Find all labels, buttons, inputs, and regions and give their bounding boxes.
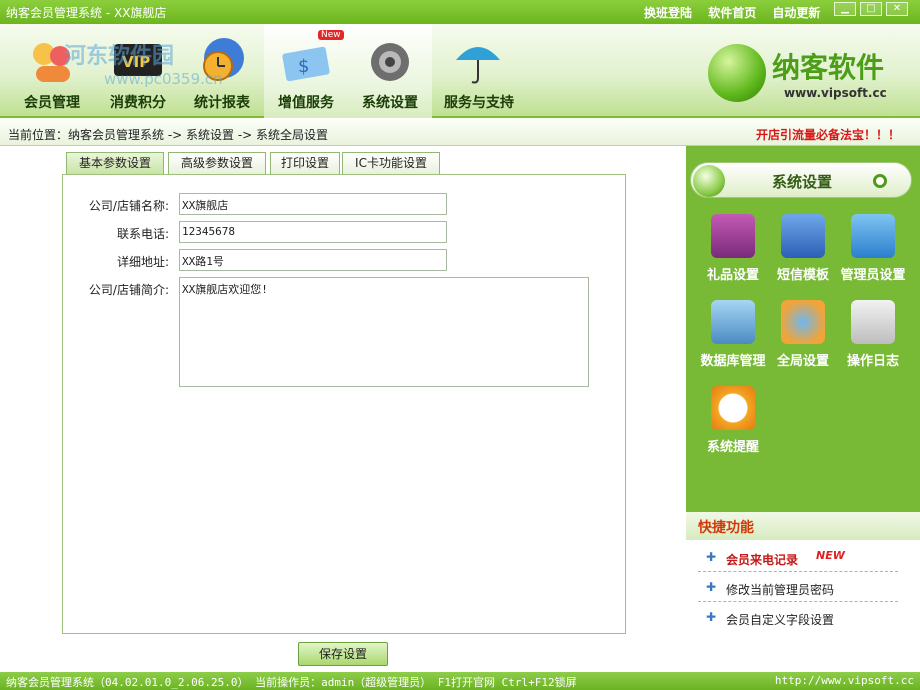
auto-update-link[interactable]: 自动更新 (772, 6, 820, 20)
brand-url: www.vipsoft.cc (784, 86, 887, 100)
umbrella-icon (452, 34, 504, 86)
sidebar-item-operation-log[interactable]: 操作日志 (838, 300, 908, 380)
nav-label: 服务与支持 (444, 95, 514, 111)
nav-label: 统计报表 (194, 95, 250, 111)
quick-title: 快捷功能 (686, 512, 920, 540)
quick-item-call-records[interactable]: ✚ 会员来电记录 NEW (698, 546, 898, 572)
brand-ball-icon (708, 44, 766, 102)
tab-advanced-params[interactable]: 高级参数设置 (168, 152, 266, 174)
admin-key-icon (851, 214, 895, 258)
sidebar-item-label: 系统提醒 (706, 440, 759, 455)
header-toolbar: 会员管理 VIP 消费积分 统计报表 $ New 增值服务 系统设置 服务与支持… (0, 24, 920, 118)
log-notebook-icon (851, 300, 895, 344)
brand-logo: 纳客软件 www.vipsoft.cc (708, 40, 908, 110)
quick-item-label: 会员来电记录 (726, 553, 799, 567)
promo-link[interactable]: 开店引流量必备法宝！！！ (756, 126, 900, 143)
nav-label: 消费积分 (110, 95, 166, 111)
quick-item-change-password[interactable]: ✚ 修改当前管理员密码 (698, 576, 898, 602)
phone-label: 联系电话: (116, 227, 169, 241)
tab-print-settings[interactable]: 打印设置 (270, 152, 340, 174)
gift-share-icon (711, 214, 755, 258)
minimize-button[interactable]: ▁ (834, 2, 856, 16)
tab-ic-card[interactable]: IC卡功能设置 (342, 152, 440, 174)
quick-functions: 快捷功能 ✚ 会员来电记录 NEW ✚ 修改当前管理员密码 ✚ 会员自定义字段设… (686, 512, 920, 672)
gear-icon (364, 34, 416, 86)
sidebar-header: 系统设置 (690, 162, 912, 198)
quick-item-label: 会员自定义字段设置 (726, 613, 835, 627)
quick-item-label: 修改当前管理员密码 (726, 583, 835, 597)
save-button[interactable]: 保存设置 (298, 642, 388, 666)
plus-icon: ✚ (706, 550, 717, 564)
breadcrumb-bar: 当前位置：纳客会员管理系统 -> 系统设置 -> 系统全局设置 开店引流量必备法… (0, 120, 920, 146)
close-button[interactable]: ✕ (886, 2, 908, 16)
alarm-clock-icon (711, 386, 755, 430)
nav-label: 会员管理 (24, 95, 80, 111)
nav-label: 系统设置 (362, 95, 418, 111)
tab-basic-params[interactable]: 基本参数设置 (66, 152, 164, 174)
database-box-icon (711, 300, 755, 344)
title-bar: 纳客会员管理系统 - XX旗舰店 换班登陆 软件首页 自动更新 ▁ □ ✕ (0, 0, 920, 24)
intro-textarea[interactable]: XX旗舰店欢迎您! (179, 277, 589, 387)
shift-login-link[interactable]: 换班登陆 (644, 6, 692, 20)
new-badge: New (318, 30, 344, 40)
store-name-label: 公司/店铺名称: (88, 199, 169, 213)
intro-label: 公司/店铺简介: (88, 283, 169, 297)
status-bar: 纳客会员管理系统（04.02.01.0_2.06.25.0） 当前操作员：adm… (0, 672, 920, 690)
status-url[interactable]: http://www.vipsoft.cc (775, 674, 914, 687)
watermark-url: www.pc0359.cn (104, 70, 223, 88)
sidebar-item-label: 管理员设置 (840, 268, 906, 283)
brand-name: 纳客软件 (772, 51, 885, 84)
plus-icon: ✚ (706, 610, 717, 624)
settings-panel: 公司/店铺名称: XX旗舰店 联系电话: 12345678 详细地址: XX路1… (62, 174, 626, 634)
sms-template-icon (781, 214, 825, 258)
address-label: 详细地址: (116, 255, 169, 269)
svg-text:$: $ (298, 56, 309, 77)
address-field[interactable]: XX路1号 (179, 249, 447, 271)
nav-value-added[interactable]: $ New 增值服务 (264, 24, 348, 118)
nav-label: 增值服务 (278, 95, 334, 111)
new-badge: NEW (816, 549, 845, 562)
sidebar-item-label: 操作日志 (846, 354, 899, 369)
window-title: 纳客会员管理系统 - XX旗舰店 (6, 6, 167, 20)
status-info: 纳客会员管理系统（04.02.01.0_2.06.25.0） 当前操作员：adm… (6, 676, 577, 689)
breadcrumb: 当前位置：纳客会员管理系统 -> 系统设置 -> 系统全局设置 (8, 128, 329, 142)
software-home-link[interactable]: 软件首页 (708, 6, 756, 20)
phone-field[interactable]: 12345678 (179, 221, 447, 243)
money-card-icon: $ (280, 34, 332, 86)
store-name-field[interactable]: XX旗舰店 (179, 193, 447, 215)
ring-icon (873, 174, 887, 188)
maximize-button[interactable]: □ (860, 2, 882, 16)
top-links: 换班登陆 软件首页 自动更新 (644, 4, 832, 21)
quick-item-custom-fields[interactable]: ✚ 会员自定义字段设置 (698, 606, 898, 632)
nav-system-settings[interactable]: 系统设置 (348, 24, 432, 118)
sidebar-item-admin-settings[interactable]: 管理员设置 (838, 214, 908, 294)
globe-settings-icon (781, 300, 825, 344)
sidebar-item-system-reminder[interactable]: 系统提醒 (698, 386, 768, 466)
watermark: 河东软件园 (64, 44, 175, 69)
plus-icon: ✚ (706, 580, 717, 594)
nav-service-support[interactable]: 服务与支持 (436, 24, 522, 118)
